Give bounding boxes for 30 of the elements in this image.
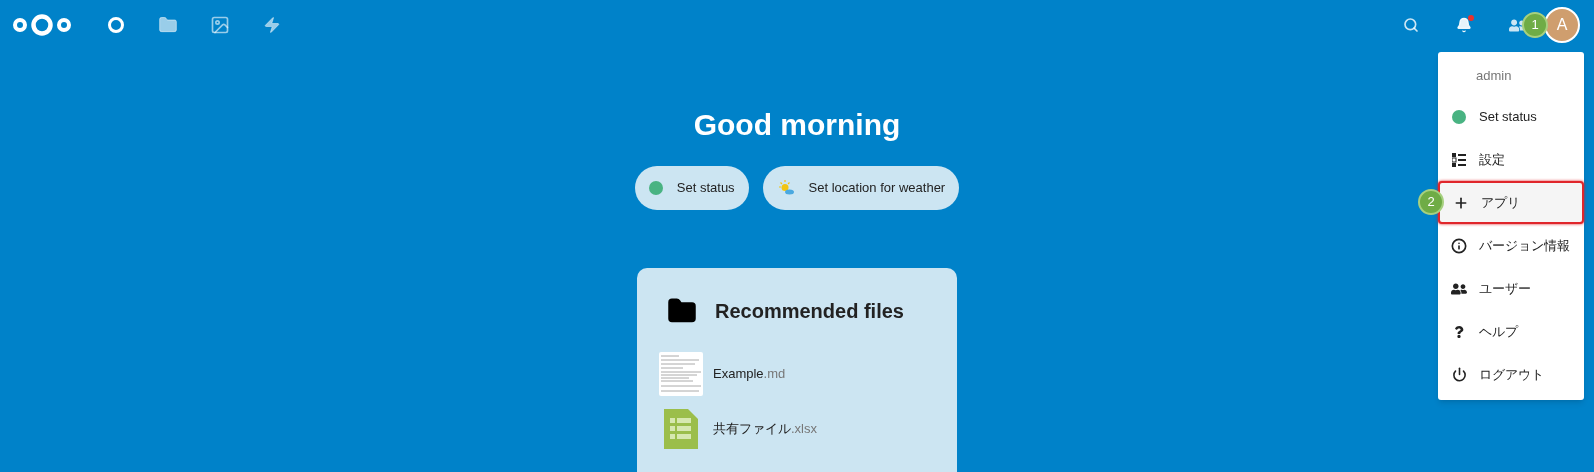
spreadsheet-icon xyxy=(664,409,698,449)
greeting-heading: Good morning xyxy=(693,110,901,140)
lightning-icon[interactable] xyxy=(263,16,281,34)
search-icon[interactable] xyxy=(1403,17,1419,33)
question-icon xyxy=(1453,325,1465,338)
circle-icon[interactable] xyxy=(107,16,125,34)
logo-icon[interactable] xyxy=(12,13,72,37)
list-icon xyxy=(1452,152,1466,167)
card-title: Recommended files xyxy=(715,299,904,324)
image-icon[interactable] xyxy=(210,15,230,35)
menu-item[interactable]: ログアウト xyxy=(1438,353,1584,396)
bell-icon[interactable] xyxy=(1456,17,1472,33)
info-icon xyxy=(1451,237,1467,254)
menu-item[interactable]: ヘルプ xyxy=(1438,310,1584,353)
step-marker: 1 xyxy=(1522,12,1548,38)
document-thumbnail xyxy=(659,352,703,396)
user-name: admin xyxy=(1475,67,1513,86)
menu-item[interactable]: バージョン情報 xyxy=(1438,224,1584,267)
status-chip[interactable]: Set location for weather xyxy=(762,166,960,210)
menu-item[interactable]: 設定 xyxy=(1438,138,1584,181)
file-name[interactable]: Example.md xyxy=(713,364,786,384)
file-name[interactable]: 共有ファイル.xlsx xyxy=(713,419,817,439)
folder-icon[interactable] xyxy=(158,15,178,35)
power-icon xyxy=(1451,367,1467,382)
step-marker: 2 xyxy=(1418,189,1444,215)
sun-cloud-icon xyxy=(776,179,795,197)
menu-item[interactable]: Set status xyxy=(1438,95,1584,138)
status-chip[interactable]: Set status xyxy=(634,166,749,210)
menu-item[interactable]: アプリ xyxy=(1438,181,1584,224)
menu-item[interactable]: ユーザー xyxy=(1438,267,1584,310)
